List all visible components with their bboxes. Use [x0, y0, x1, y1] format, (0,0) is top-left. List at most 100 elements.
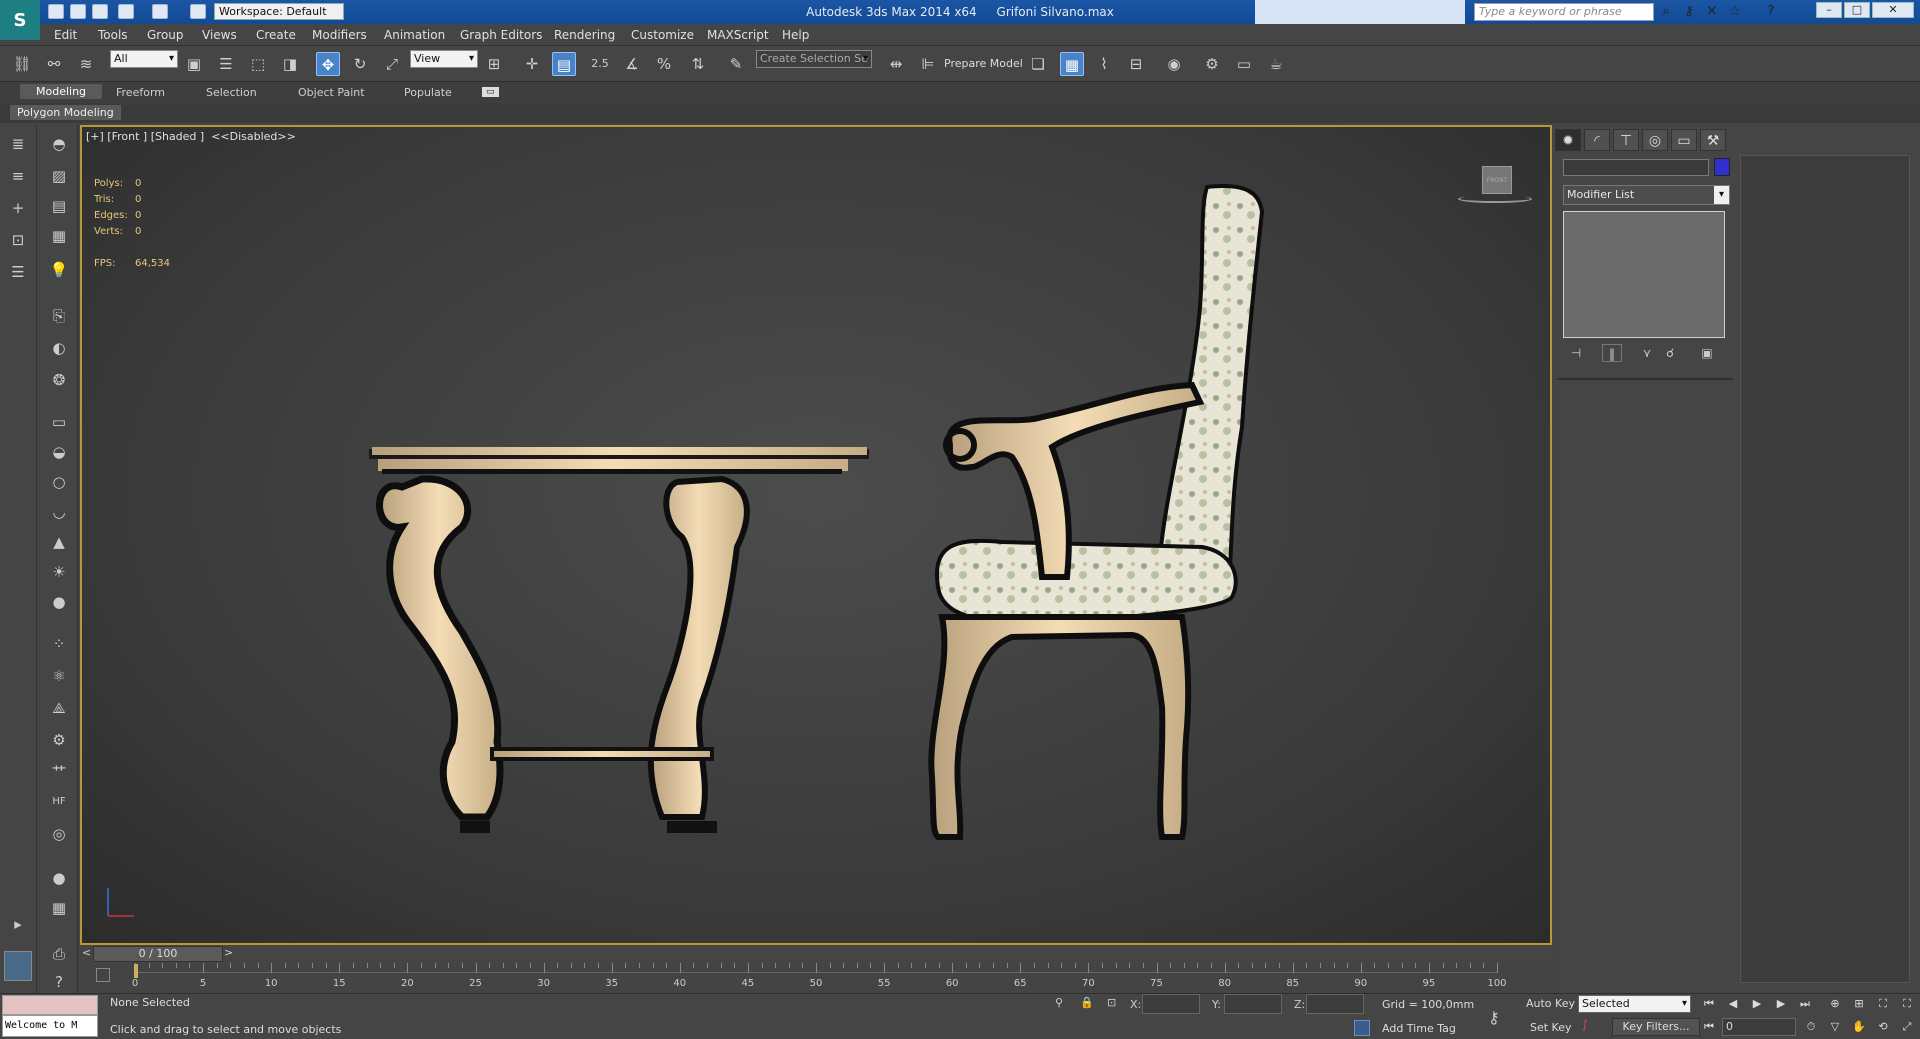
table-model[interactable]: [369, 447, 869, 833]
tab-modeling[interactable]: Modeling: [20, 84, 103, 99]
motion-tab-icon[interactable]: ◎: [1642, 129, 1668, 151]
save-file-icon[interactable]: [92, 4, 108, 19]
y-coordinate-field[interactable]: [1224, 994, 1282, 1014]
render-production-icon[interactable]: ☕: [1264, 52, 1288, 76]
maxscript-mini-listener[interactable]: Welcome to M: [2, 1015, 98, 1037]
ribbon-options-icon[interactable]: ▭: [482, 87, 499, 97]
snaps-toggle-icon[interactable]: 2.5: [588, 52, 612, 76]
key-icon[interactable]: ⚷: [1680, 3, 1698, 21]
app-logo[interactable]: S: [0, 0, 40, 40]
time-configuration-icon[interactable]: ⏱: [1800, 1018, 1822, 1036]
material-sphere-icon[interactable]: ●: [47, 867, 71, 889]
open-file-icon[interactable]: [70, 4, 86, 19]
bowl-icon[interactable]: ◡: [47, 501, 71, 523]
molecule-icon[interactable]: ⚛: [47, 665, 71, 687]
play-icon[interactable]: ▶: [1746, 995, 1768, 1013]
layers-icon[interactable]: ≣: [6, 133, 30, 155]
teapot-icon[interactable]: ◓: [47, 133, 71, 155]
zoom-all-icon[interactable]: ⊞: [1848, 995, 1870, 1013]
use-pivot-center-icon[interactable]: ⊞: [482, 52, 506, 76]
x-coordinate-field[interactable]: [1142, 994, 1200, 1014]
curve-editor-toggle-icon[interactable]: [96, 968, 110, 982]
help-icon[interactable]: ?: [1762, 3, 1780, 21]
tab-object-paint[interactable]: Object Paint: [298, 86, 365, 99]
viewcube-ring[interactable]: [1458, 195, 1532, 203]
angle-snap-icon[interactable]: ∡: [620, 52, 644, 76]
z-coordinate-field[interactable]: [1306, 994, 1364, 1014]
layer-manager-icon[interactable]: ❏: [1026, 52, 1050, 76]
mirror-icon[interactable]: ⇹: [884, 52, 908, 76]
object-color-swatch[interactable]: [1714, 158, 1730, 176]
key-mode-dropdown[interactable]: Selected: [1578, 995, 1691, 1013]
default-tangents-icon[interactable]: ∫: [1582, 1018, 1588, 1031]
select-and-scale-icon[interactable]: ⤢: [380, 52, 404, 76]
project-folder-icon[interactable]: [190, 4, 206, 19]
menu-tools[interactable]: Tools: [98, 28, 128, 42]
selection-filter-dropdown[interactable]: All: [110, 50, 178, 68]
show-end-result-icon[interactable]: ‖: [1602, 344, 1622, 362]
spinner-snap-icon[interactable]: ⇅: [686, 52, 710, 76]
viewcube[interactable]: FRONT: [1482, 166, 1512, 194]
auto-key-button[interactable]: Auto Key: [1526, 997, 1575, 1010]
expand-arrow-icon[interactable]: ▸: [6, 913, 30, 935]
menu-edit[interactable]: Edit: [54, 28, 77, 42]
select-and-move-icon[interactable]: ✥: [316, 52, 340, 76]
named-selection-dropdown[interactable]: Create Selection Se: [756, 50, 872, 68]
tab-freeform[interactable]: Freeform: [116, 86, 165, 99]
make-unique-icon[interactable]: ⋎: [1637, 344, 1657, 362]
keyboard-shortcut-override-icon[interactable]: ▤: [552, 52, 576, 76]
time-next-icon[interactable]: >: [224, 946, 233, 959]
info-help-icon[interactable]: ?: [47, 971, 71, 993]
menu-views[interactable]: Views: [202, 28, 237, 42]
menu-animation[interactable]: Animation: [384, 28, 445, 42]
utilities-tab-icon[interactable]: ⚒: [1700, 129, 1726, 151]
percent-snap-icon[interactable]: %: [652, 52, 676, 76]
select-layer-icon[interactable]: ⊡: [6, 229, 30, 251]
render-icon[interactable]: ▨: [47, 165, 71, 187]
curve-editor-icon[interactable]: ⌇: [1092, 52, 1116, 76]
key-filters-button[interactable]: Key Filters...: [1612, 1018, 1700, 1036]
prepare-model-button[interactable]: Prepare Model: [944, 57, 1023, 70]
menu-modifiers[interactable]: Modifiers: [312, 28, 367, 42]
cloth-icon[interactable]: ◎: [47, 823, 71, 845]
chair-model[interactable]: [928, 184, 1265, 840]
menu-group[interactable]: Group: [147, 28, 184, 42]
modifier-list-dropdown[interactable]: Modifier List ▾: [1563, 185, 1730, 205]
list-icon[interactable]: ▤: [47, 195, 71, 217]
rectangular-selection-icon[interactable]: ⬚: [246, 52, 270, 76]
sphere-icon[interactable]: ◐: [47, 337, 71, 359]
particles-icon[interactable]: ⁘: [47, 633, 71, 655]
sun-icon[interactable]: ☀: [47, 561, 71, 583]
pan-view-icon[interactable]: ✋: [1848, 1018, 1870, 1036]
workspace-dropdown[interactable]: Workspace: Default: [214, 3, 344, 20]
modifier-stack[interactable]: [1563, 211, 1725, 338]
layer-settings-icon[interactable]: ☰: [6, 261, 30, 283]
absolute-mode-icon[interactable]: ⊡: [1107, 996, 1116, 1009]
menu-graph-editors[interactable]: Graph Editors: [460, 28, 542, 42]
zoom-icon[interactable]: ⊕: [1824, 995, 1846, 1013]
set-key-icon[interactable]: ⚷: [1488, 1008, 1500, 1027]
new-file-icon[interactable]: [48, 4, 64, 19]
current-frame-field[interactable]: 0: [1722, 1018, 1796, 1036]
disc-icon[interactable]: ○: [47, 471, 71, 493]
wire-shape-icon[interactable]: ⟁: [47, 697, 71, 719]
select-by-name-icon[interactable]: ☰: [214, 52, 238, 76]
selection-lock-icon[interactable]: 🔒: [1080, 996, 1094, 1009]
front-viewport[interactable]: [80, 125, 1552, 945]
menu-rendering[interactable]: Rendering: [554, 28, 615, 42]
time-prev-icon[interactable]: <: [82, 946, 91, 959]
tab-populate[interactable]: Populate: [404, 86, 452, 99]
create-tab-icon[interactable]: ✹: [1555, 129, 1581, 151]
go-to-start-icon[interactable]: ⏮: [1698, 995, 1720, 1013]
pin-stack-icon[interactable]: ⊣: [1566, 344, 1586, 362]
time-tag-icon[interactable]: [1354, 1020, 1370, 1036]
hemisphere-icon[interactable]: ◒: [47, 441, 71, 463]
select-and-manipulate-icon[interactable]: ✛: [520, 52, 544, 76]
display-tab-icon[interactable]: ▭: [1671, 129, 1697, 151]
select-and-rotate-icon[interactable]: ↻: [348, 52, 372, 76]
next-frame-icon[interactable]: ▶: [1770, 995, 1792, 1013]
set-key-button[interactable]: Set Key: [1530, 1021, 1572, 1034]
maximize-viewport-icon[interactable]: ⤢: [1896, 1018, 1918, 1036]
redo-icon[interactable]: [152, 4, 168, 19]
window-crossing-icon[interactable]: ◨: [278, 52, 302, 76]
